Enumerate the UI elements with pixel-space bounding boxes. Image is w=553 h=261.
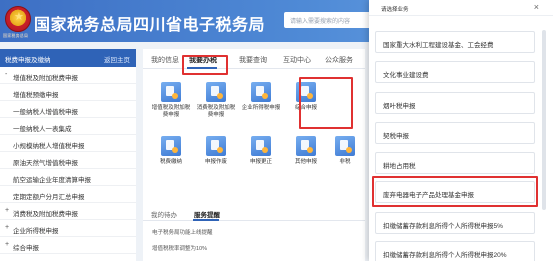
sidebar-item-cit[interactable]: + 企业所得税申报 — [0, 220, 136, 237]
tab-my-info[interactable]: 我的信息 — [151, 55, 179, 65]
back-home-link[interactable]: 返回主页 — [104, 54, 130, 64]
message-item[interactable]: 增值税税率调整为10% — [152, 244, 207, 252]
close-icon[interactable]: × — [534, 2, 539, 12]
sidebar-item-oil-gas-vat[interactable]: 原油天然气增值税申报 — [0, 152, 136, 169]
expand-icon: + — [5, 224, 10, 231]
tab-query[interactable]: 我要查询 — [239, 55, 267, 65]
tile-declaration-correction[interactable]: 申报更正 — [241, 136, 281, 178]
sub-tabs: 我的待办 服务提醒 — [143, 205, 365, 221]
option-culture-fee[interactable]: 文化事业建设费 — [375, 61, 535, 83]
declaration-icon — [251, 82, 271, 102]
sidebar-title: 税费申报及缴纳 — [5, 57, 51, 64]
header-caption: 国家税务总局 — [3, 33, 29, 38]
sidebar-item-small-scale-vat[interactable]: 小规模纳税人增值税申报 — [0, 135, 136, 152]
expand-icon: + — [5, 241, 10, 248]
tax-icon — [335, 136, 355, 156]
main-panel: 我的信息 我要办税 我要查询 互动中心 公众服务 增值税及附加税费申报 消费税及… — [143, 49, 365, 261]
tile-vat-declaration[interactable]: 增值税及附加税费申报 — [151, 82, 191, 124]
panel-scrollbar[interactable] — [542, 30, 546, 210]
sidebar-item-consumption-tax[interactable]: + 消费税及附加税费申报 — [0, 203, 136, 220]
other-icon — [296, 136, 316, 156]
tile-cit-declaration[interactable]: 企业所得税申报 — [241, 82, 281, 124]
sidebar-item-general-vat[interactable]: 一般纳税人增值税申报 — [0, 101, 136, 118]
declaration-icon — [161, 82, 181, 102]
tab-service-reminder[interactable]: 服务提醒 — [194, 209, 220, 219]
tab-interaction[interactable]: 互动中心 — [283, 55, 311, 65]
tab-highlight-box — [182, 55, 228, 75]
correction-icon — [251, 136, 271, 156]
option-interest-tax-20[interactable]: 扣缴储蓄存款利息所得个人所得税申报20% — [375, 241, 535, 261]
tile-other-declaration[interactable]: 其他申报 — [286, 136, 326, 178]
sidebar-header: 税费申报及缴纳 返回主页 — [0, 49, 136, 67]
tab-public-service[interactable]: 公众服务 — [325, 55, 353, 65]
active-sub-tab-indicator — [193, 219, 219, 221]
option-highlight-box — [372, 176, 538, 207]
business-select-panel: 请选择业务 × 国家重大水利工程建设基金、工会经费 文化事业建设费 烟叶税申报 … — [369, 0, 553, 261]
panel-header: 请选择业务 × — [369, 0, 553, 16]
option-tobacco-tax[interactable]: 烟叶税申报 — [375, 92, 535, 114]
declaration-icon — [206, 82, 226, 102]
option-deed-tax[interactable]: 契税申报 — [375, 122, 535, 144]
tile-consumption-declaration[interactable]: 消费税及附加税费申报 — [196, 82, 236, 124]
sidebar-item-fixed-quota[interactable]: 定期定额户分月汇总申报 — [0, 186, 136, 203]
sidebar-item-general-integrated[interactable]: 一般纳税人一表集成 — [0, 118, 136, 135]
tile-highlight-box — [299, 77, 353, 129]
tab-my-todo[interactable]: 我的待办 — [151, 209, 177, 219]
expand-icon: + — [5, 207, 10, 214]
tile-declaration-void[interactable]: 申报作废 — [196, 136, 236, 178]
collapse-icon: - — [5, 71, 8, 78]
sidebar: 税费申报及缴纳 返回主页 - 增值税及附加税费申报 增值税预缴申报 一般纳税人增值… — [0, 49, 136, 261]
option-interest-tax-5[interactable]: 扣缴储蓄存款利息所得个人所得税申报5% — [375, 212, 535, 234]
sidebar-item-comprehensive[interactable]: + 综合申报 — [0, 237, 136, 254]
option-water-conservancy[interactable]: 国家重大水利工程建设基金、工会经费 — [375, 31, 535, 53]
payment-icon — [161, 136, 181, 156]
tile-non-tax[interactable]: 非税 — [325, 136, 365, 178]
sidebar-item-vat-prepay[interactable]: 增值税预缴申报 — [0, 84, 136, 101]
sidebar-item-vat[interactable]: - 增值税及附加税费申报 — [0, 67, 136, 84]
panel-title: 请选择业务 — [381, 7, 409, 13]
national-emblem-icon: ★ — [5, 6, 31, 32]
sidebar-item-aviation[interactable]: 航空运输企业年度清算申报 — [0, 169, 136, 186]
message-item[interactable]: 电子税务局功能上线提醒 — [152, 228, 213, 236]
main-tabs: 我的信息 我要办税 我要查询 互动中心 公众服务 — [143, 49, 365, 69]
search-placeholder: 请输入需要搜索的内容 — [290, 19, 351, 25]
option-farmland-tax[interactable]: 耕地占用税 — [375, 152, 535, 174]
void-icon — [206, 136, 226, 156]
tile-tax-payment[interactable]: 税费缴纳 — [151, 136, 191, 178]
site-title: 国家税务总局四川省电子税务局 — [34, 17, 266, 34]
